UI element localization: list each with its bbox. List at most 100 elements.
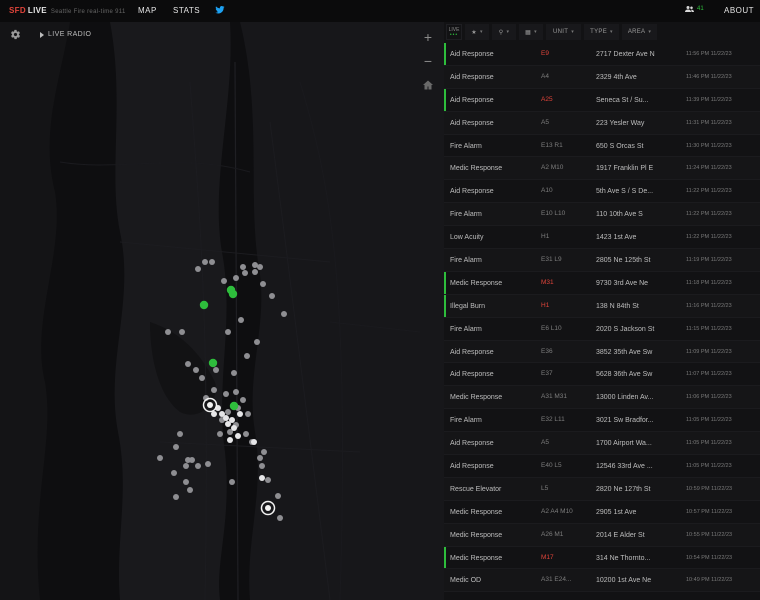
incident-row[interactable]: Medic Response A26 M1 2014 E Alder St 10:55… xyxy=(444,523,760,547)
unit-filter-label: UNIT xyxy=(552,29,569,35)
incident-row[interactable]: Aid Response E36 3852 35th Ave Sw 11:09 PM … xyxy=(444,340,760,364)
incident-row[interactable]: Medic OD A31 E24... 10200 1st Ave Ne 10:49 … xyxy=(444,569,760,593)
gear-icon[interactable] xyxy=(10,29,21,40)
incident-type: Rescue Elevator xyxy=(450,485,502,493)
unit-filter[interactable]: UNIT ▾ xyxy=(546,24,581,40)
incident-marker xyxy=(225,329,231,335)
incident-row[interactable]: Aid Response A5 1700 Airport Wa... 11:05 PM… xyxy=(444,432,760,456)
incident-row[interactable]: Aid Response E9 2717 Dexter Ave N 11:56 PM … xyxy=(444,43,760,66)
chevron-down-icon: ▾ xyxy=(571,29,574,35)
zoom-in-button[interactable]: + xyxy=(422,30,434,44)
chevron-down-icon: ▾ xyxy=(534,29,537,35)
incident-marker xyxy=(173,444,179,450)
incident-marker xyxy=(183,479,189,485)
incident-time: 11:56 PM 11/22/23 xyxy=(686,51,732,57)
incident-units: A2 M10 xyxy=(541,164,564,172)
location-filter[interactable]: ⚲ ▾ xyxy=(492,24,516,40)
incident-address: 13000 Linden Av... xyxy=(596,394,654,402)
brand-logo[interactable]: SFD LIVE Seattle Fire real-time 911 xyxy=(9,6,126,15)
type-filter-label: TYPE xyxy=(590,29,608,35)
incident-list: Aid Response E9 2717 Dexter Ave N 11:56 PM … xyxy=(444,43,760,593)
incident-marker xyxy=(173,494,179,500)
map-basemap xyxy=(0,22,444,600)
users-count: 41 xyxy=(697,6,704,12)
incident-time: 11:18 PM 11/22/23 xyxy=(686,279,732,286)
date-filter[interactable]: ▦ ▾ xyxy=(519,24,543,40)
incident-row[interactable]: Aid Response A25 Seneca St / Su... 11:39 PM… xyxy=(444,88,760,112)
incident-marker xyxy=(257,455,263,461)
incident-type: Aid Response xyxy=(450,440,494,448)
incident-marker xyxy=(235,433,241,439)
nav-map-link[interactable]: MAP xyxy=(138,6,157,15)
incident-address: 650 S Orcas St xyxy=(596,142,644,150)
incident-marker xyxy=(257,264,263,270)
nav-about-link[interactable]: ABOUT xyxy=(724,6,754,15)
incident-row[interactable]: Fire Alarm E6 L10 2020 S Jackson St 11:15 P… xyxy=(444,318,760,341)
incident-time: 10:55 PM 11/22/23 xyxy=(686,531,733,538)
incident-marker xyxy=(275,493,281,499)
incident-time: 11:05 PM 11/22/23 xyxy=(686,440,732,447)
incident-row[interactable]: Fire Alarm E13 R1 650 S Orcas St 11:30 PM 1… xyxy=(444,135,760,158)
incident-row[interactable]: Rescue Elevator L5 2820 Ne 127th St 10:59 P… xyxy=(444,477,760,501)
incident-address: 3852 35th Ave Sw xyxy=(596,348,653,356)
incident-row[interactable]: Aid Response A5 223 Yesler Way 11:31 PM 11/… xyxy=(444,111,760,135)
favorites-filter[interactable]: ★ ▾ xyxy=(465,24,489,40)
incident-address: 2014 E Alder St xyxy=(596,531,645,539)
incident-units: A31 E24... xyxy=(541,576,572,584)
incident-map[interactable]: LIVE RADIO + − xyxy=(0,22,444,600)
incident-marker xyxy=(223,391,229,397)
incident-type: Medic Response xyxy=(450,394,503,402)
home-icon[interactable] xyxy=(422,79,434,91)
incident-marker xyxy=(177,431,183,437)
incident-marker xyxy=(202,259,208,265)
incident-marker xyxy=(252,269,258,275)
incident-row[interactable]: Aid Response A10 5th Ave S / S De... 11:22 … xyxy=(444,180,760,204)
incident-marker xyxy=(251,439,257,445)
incident-row[interactable]: Illegal Burn H1 138 N 84th St 11:16 PM 11/2… xyxy=(444,294,760,318)
live-filter-toggle[interactable]: LIVE ••• xyxy=(446,24,462,40)
incident-time: 11:06 PM 11/22/23 xyxy=(686,394,732,401)
live-radio-label: LIVE RADIO xyxy=(48,31,92,38)
incident-marker xyxy=(189,457,195,463)
area-filter[interactable]: AREA ▾ xyxy=(622,24,657,40)
incident-address: 1917 Franklin Pl E xyxy=(596,165,654,173)
nav-stats-link[interactable]: STATS xyxy=(173,6,200,15)
live-radio-button[interactable]: LIVE RADIO xyxy=(40,31,91,38)
incident-address: 10200 1st Ave Ne xyxy=(596,577,652,585)
incident-marker xyxy=(227,437,233,443)
incident-address: 223 Yesler Way xyxy=(596,119,645,127)
incident-row[interactable]: Medic Response A2 A4 M10 2905 1st Ave 10:57… xyxy=(444,501,760,524)
incident-row[interactable]: Fire Alarm E10 L10 110 10th Ave S 11:22 PM … xyxy=(444,203,760,227)
incident-marker xyxy=(195,463,201,469)
incident-units: A2 A4 M10 xyxy=(541,507,573,515)
zoom-out-button[interactable]: − xyxy=(422,54,434,68)
incident-marker xyxy=(233,275,239,281)
incident-marker xyxy=(261,449,267,455)
incident-units: E13 R1 xyxy=(541,141,563,149)
incident-row[interactable]: Aid Response E40 L5 12546 33rd Ave ... 11:0… xyxy=(444,455,760,478)
incident-row[interactable]: Medic Response M17 314 Ne Thornto... 10:54 … xyxy=(444,546,760,570)
incident-marker xyxy=(225,409,231,415)
incident-row[interactable]: Aid Response E37 5628 36th Ave Sw 11:07 PM … xyxy=(444,363,760,387)
type-filter[interactable]: TYPE ▾ xyxy=(584,24,619,40)
incident-address: 5628 36th Ave Sw xyxy=(596,371,653,379)
incident-units: E10 L10 xyxy=(541,210,566,218)
incident-time: 10:54 PM 11/22/23 xyxy=(686,554,733,561)
twitter-bird-icon[interactable] xyxy=(215,5,225,15)
incident-row[interactable]: Low Acuity H1 1423 1st Ave 11:22 PM 11/22/2… xyxy=(444,226,760,250)
incident-row[interactable]: Fire Alarm E31 L9 2805 Ne 125th St 11:19 PM… xyxy=(444,249,760,272)
incident-row[interactable]: Medic Response A2 M10 1917 Franklin Pl E 11… xyxy=(444,157,760,181)
incident-time: 11:22 PM 11/22/23 xyxy=(686,234,732,241)
incident-time: 11:22 PM 11/22/23 xyxy=(686,188,732,195)
incident-marker xyxy=(185,361,191,367)
incident-row[interactable]: Fire Alarm E32 L11 3021 Sw Bradfor... 11:05… xyxy=(444,409,760,433)
incident-units: A5 xyxy=(541,439,549,447)
incident-row[interactable]: Medic Response M31 9730 3rd Ave Ne 11:18 PM… xyxy=(444,271,760,295)
incident-marker xyxy=(229,479,235,485)
incident-marker xyxy=(179,329,185,335)
incident-row[interactable]: Aid Response A4 2329 4th Ave 11:46 PM 11/22… xyxy=(444,65,760,89)
incident-row[interactable]: Medic Response A31 M31 13000 Linden Av... 1… xyxy=(444,386,760,410)
incident-units: E9 xyxy=(541,50,549,57)
incident-time: 11:46 PM 11/22/23 xyxy=(686,73,732,80)
map-pin-icon: ⚲ xyxy=(498,29,504,36)
